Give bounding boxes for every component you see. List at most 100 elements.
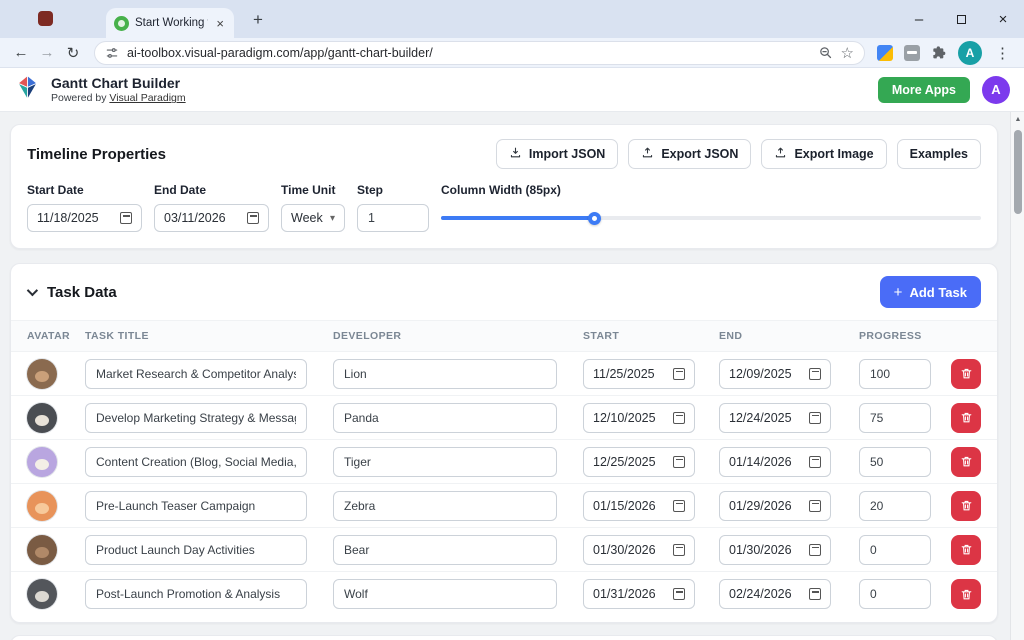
close-button[interactable]: × — [982, 0, 1024, 38]
end-date-input[interactable]: 01/29/2026 — [719, 491, 831, 521]
back-button[interactable]: ← — [8, 40, 34, 66]
progress-input[interactable] — [859, 491, 931, 521]
start-date-input[interactable]: 01/30/2026 — [583, 535, 695, 565]
end-date-input[interactable]: 03/11/2026 — [154, 204, 269, 232]
visual-paradigm-link[interactable]: Visual Paradigm — [109, 92, 185, 104]
export-image-button[interactable]: Export Image — [761, 139, 886, 169]
task-title-input[interactable] — [85, 403, 307, 433]
examples-label: Examples — [910, 147, 968, 161]
start-date-input[interactable]: 01/15/2026 — [583, 491, 695, 521]
window-controls: – × — [898, 0, 1024, 38]
extension-colored-icon[interactable] — [877, 45, 893, 61]
developer-input[interactable] — [333, 403, 557, 433]
developer-input[interactable] — [333, 579, 557, 609]
zoom-icon[interactable] — [818, 45, 833, 60]
app-logo-icon — [14, 74, 41, 106]
url-text[interactable]: ai-toolbox.visual-paradigm.com/app/gantt… — [127, 46, 810, 60]
start-date-field: Start Date 11/18/2025 — [27, 183, 142, 232]
add-task-label: Add Task — [909, 285, 967, 300]
site-info-icon[interactable] — [105, 46, 119, 60]
subtitle-prefix: Powered by — [51, 92, 106, 104]
start-date-input[interactable]: 12/10/2025 — [583, 403, 695, 433]
time-unit-select[interactable]: Week ▾ — [281, 204, 345, 232]
start-date-input[interactable]: 11/18/2025 — [27, 204, 142, 232]
maximize-button[interactable] — [940, 0, 982, 38]
extension-gray-icon[interactable] — [904, 45, 920, 61]
delete-task-button[interactable] — [951, 535, 981, 565]
reload-button[interactable]: ↻ — [60, 40, 86, 66]
column-width-slider[interactable] — [441, 204, 981, 232]
examples-button[interactable]: Examples — [897, 139, 981, 169]
workspace-icon[interactable] — [38, 11, 53, 26]
scrollbar-thumb[interactable] — [1014, 130, 1022, 214]
more-apps-button[interactable]: More Apps — [878, 77, 970, 103]
bookmark-star-icon[interactable]: ☆ — [841, 44, 854, 62]
export-json-button[interactable]: Export JSON — [628, 139, 751, 169]
extensions-puzzle-icon[interactable] — [931, 45, 947, 61]
add-task-button[interactable]: + Add Task — [880, 276, 981, 308]
table-header-row: AVATAR TASK TITLE DEVELOPER START END PR… — [11, 320, 997, 352]
trash-icon — [960, 499, 973, 512]
start-date-input[interactable]: 11/25/2025 — [583, 359, 695, 389]
progress-input[interactable] — [859, 579, 931, 609]
page-title: Gantt Chart Builder — [51, 75, 186, 93]
progress-input[interactable] — [859, 535, 931, 565]
delete-task-button[interactable] — [951, 579, 981, 609]
browser-tab[interactable]: Start Working with Free Online × — [106, 8, 234, 38]
forward-button[interactable]: → — [34, 40, 60, 66]
task-title-input[interactable] — [85, 535, 307, 565]
time-unit-label: Time Unit — [281, 183, 345, 197]
progress-input[interactable] — [859, 359, 931, 389]
scrollbar-up-arrow[interactable]: ▲ — [1011, 112, 1024, 126]
table-row: 01/31/2026 02/24/2026 — [11, 572, 997, 616]
end-date-input[interactable]: 12/24/2025 — [719, 403, 831, 433]
slider-thumb[interactable] — [588, 212, 601, 225]
tab-close-icon[interactable]: × — [214, 16, 226, 31]
delete-task-button[interactable] — [951, 359, 981, 389]
delete-task-button[interactable] — [951, 403, 981, 433]
browser-menu-icon[interactable]: ⋮ — [993, 44, 1012, 62]
calendar-icon — [673, 456, 685, 468]
trash-icon — [960, 588, 973, 601]
trash-icon — [960, 411, 973, 424]
calendar-icon — [809, 500, 821, 512]
task-title-input[interactable] — [85, 447, 307, 477]
developer-input[interactable] — [333, 535, 557, 565]
task-title-input[interactable] — [85, 359, 307, 389]
calendar-icon — [809, 368, 821, 380]
end-date-field: End Date 03/11/2026 — [154, 183, 269, 232]
new-tab-button[interactable]: + — [246, 8, 270, 32]
end-date-input[interactable]: 01/14/2026 — [719, 447, 831, 477]
import-json-button[interactable]: Import JSON — [496, 139, 618, 169]
trash-icon — [960, 367, 973, 380]
user-avatar[interactable]: A — [982, 76, 1010, 104]
calendar-icon — [809, 588, 821, 600]
task-title-input[interactable] — [85, 491, 307, 521]
upload-icon — [641, 146, 654, 162]
table-row: 01/15/2026 01/29/2026 — [11, 484, 997, 528]
maximize-icon — [957, 15, 966, 24]
task-title-input[interactable] — [85, 579, 307, 609]
start-date-input[interactable]: 12/25/2025 — [583, 447, 695, 477]
timeline-properties-title: Timeline Properties — [27, 146, 166, 163]
end-date-input[interactable]: 12/09/2025 — [719, 359, 831, 389]
browser-profile-avatar[interactable]: A — [958, 41, 982, 65]
progress-input[interactable] — [859, 447, 931, 477]
start-date-input[interactable]: 01/31/2026 — [583, 579, 695, 609]
step-input[interactable] — [357, 204, 429, 232]
page-scrollbar[interactable]: ▲ — [1010, 112, 1024, 640]
collapse-chevron-icon[interactable] — [27, 285, 38, 296]
address-bar[interactable]: ai-toolbox.visual-paradigm.com/app/gantt… — [94, 41, 865, 65]
avatar — [27, 447, 57, 477]
end-date-input[interactable]: 02/24/2026 — [719, 579, 831, 609]
minimize-button[interactable]: – — [898, 0, 940, 38]
developer-input[interactable] — [333, 491, 557, 521]
end-date-input[interactable]: 01/30/2026 — [719, 535, 831, 565]
progress-input[interactable] — [859, 403, 931, 433]
extensions-strip: A ⋮ — [873, 41, 1016, 65]
delete-task-button[interactable] — [951, 447, 981, 477]
developer-input[interactable] — [333, 359, 557, 389]
live-preview-card: Live Preview — [10, 635, 998, 640]
developer-input[interactable] — [333, 447, 557, 477]
delete-task-button[interactable] — [951, 491, 981, 521]
